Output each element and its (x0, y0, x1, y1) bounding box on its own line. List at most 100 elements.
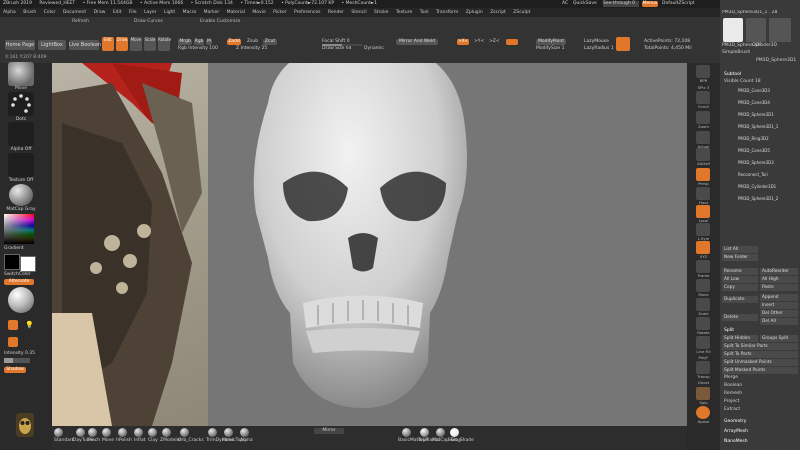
rename-button[interactable]: Rename (722, 268, 758, 275)
light-bulb-off-icon[interactable]: 💡 (25, 321, 34, 329)
light-bulb-2-icon[interactable] (8, 337, 18, 347)
menu-zplugin[interactable]: Zplugin (466, 10, 483, 15)
rgb-button[interactable]: Rgb (194, 39, 204, 45)
append-button[interactable]: Append (760, 294, 798, 301)
menu-transform[interactable]: Transform (436, 10, 458, 15)
stroke-thumbnail[interactable] (8, 92, 34, 116)
enable-customize-label[interactable]: Enable Customize (200, 19, 240, 25)
split-parts-button[interactable]: Split To Parts (722, 351, 798, 358)
scale-view-icon[interactable] (696, 298, 710, 311)
persp-icon[interactable] (696, 168, 710, 181)
xyz-icon[interactable] (696, 241, 710, 254)
subtool-row[interactable]: Reconnect_Tori (722, 170, 798, 182)
copy-button[interactable]: Copy (722, 284, 758, 291)
del-other-button[interactable]: Del Other (760, 310, 798, 317)
x-symmetry-button[interactable]: >X< (457, 39, 469, 45)
arraymesh-header[interactable]: ArrayMesh (724, 429, 748, 435)
menu-texture[interactable]: Texture (396, 10, 412, 15)
brush-move-topo-icon[interactable] (224, 428, 233, 437)
skull-model[interactable] (208, 63, 687, 426)
spix-label[interactable]: SPix 3 (689, 85, 718, 90)
brush-trimdynamic-icon[interactable] (208, 428, 217, 437)
brush-hpolish-icon[interactable] (118, 428, 127, 437)
delete-button[interactable]: Delete (722, 314, 758, 321)
solo-icon[interactable] (696, 387, 710, 400)
local-icon[interactable] (696, 205, 710, 218)
symmetry-options-button[interactable] (506, 39, 518, 45)
auto-reorder-button[interactable]: AutoReorder (760, 268, 798, 275)
zadd-button[interactable]: Zadd (227, 39, 241, 45)
menu-edit[interactable]: Edit (113, 10, 122, 15)
project-header[interactable]: Project (724, 399, 739, 405)
z-intensity-slider[interactable]: Z Intensity 25 (236, 46, 286, 52)
live-boolean-button[interactable]: Live Boolean (69, 40, 101, 50)
mirror-button[interactable]: Mirror (314, 428, 344, 434)
list-all-button[interactable]: List All (722, 246, 758, 253)
menu-file[interactable]: File (129, 10, 137, 15)
subtool-header[interactable]: Subtool (724, 72, 741, 78)
brush-alpha-icon[interactable] (240, 428, 249, 437)
remesh-header[interactable]: Remesh (724, 391, 742, 397)
y-symmetry-button[interactable]: >Y< (474, 39, 484, 45)
actual-icon[interactable] (696, 131, 710, 144)
alpha-thumbnail[interactable] (8, 122, 34, 146)
subtool-row[interactable]: PM3D_Cylinder3D1 (722, 182, 798, 194)
menu-tool[interactable]: Tool (420, 10, 429, 15)
all-low-button[interactable]: All Low (722, 276, 758, 283)
z-symmetry-button[interactable]: >Z< (489, 39, 500, 45)
subtool-row[interactable]: PM3D_Cone3D5 (722, 146, 798, 158)
material-toyplastic-icon[interactable] (420, 428, 429, 437)
zoom-icon[interactable] (696, 111, 710, 124)
duplicate-button[interactable]: Duplicate (722, 296, 758, 303)
split-similar-button[interactable]: Split To Similar Parts (722, 343, 798, 350)
subtool-row[interactable]: PM3D_Sphere3D1_2 (722, 194, 798, 206)
brush-claytubes-icon[interactable] (76, 428, 85, 437)
modify-point-button[interactable]: ModifyPoint (536, 39, 566, 45)
mirror-and-weld-button[interactable]: Mirror And Weld (396, 39, 438, 45)
brush-inflat-icon[interactable] (134, 428, 143, 437)
menu-marker[interactable]: Marker (204, 10, 220, 15)
menu-layer[interactable]: Layer (144, 10, 157, 15)
menu-light[interactable]: Light (164, 10, 175, 15)
menu-brush[interactable]: Brush (23, 10, 36, 15)
brush-orb-cracks-icon[interactable] (180, 428, 189, 437)
move-view-icon[interactable] (696, 279, 710, 292)
subtool-row[interactable]: PM3D_Sphere3D1_1 (722, 122, 798, 134)
lazymouse-toggle[interactable]: LazyMouse (584, 39, 609, 45)
rotate-button[interactable]: Rotate (158, 37, 171, 51)
menu-preferences[interactable]: Preferences (294, 10, 320, 15)
intensity-track[interactable] (4, 358, 30, 363)
paste-button[interactable]: Paste (760, 284, 798, 291)
subtool-row[interactable]: PM3D_Sphere3D1 (722, 110, 798, 122)
home-page-button[interactable]: Home Page (5, 40, 35, 50)
menu-zsculpt[interactable]: ZSculpt (513, 10, 530, 15)
scale-button[interactable]: Scale (144, 37, 156, 51)
material-basic-icon[interactable] (402, 428, 411, 437)
default-zscript[interactable]: DefaultZScript (662, 1, 695, 7)
ghost-label[interactable]: Ghost (689, 380, 718, 385)
secondary-color-swatch[interactable] (20, 256, 36, 272)
polyf-label[interactable]: PolyF (689, 355, 718, 360)
menus-button[interactable]: Menus (642, 1, 658, 7)
edit-button[interactable]: Edit (102, 37, 114, 51)
switch-color-label[interactable]: SwitchColor (4, 272, 31, 278)
xpose-icon[interactable] (696, 406, 710, 419)
groups-split-button[interactable]: Groups Split (760, 335, 798, 342)
new-folder-button[interactable]: New Folder (722, 254, 758, 261)
dynamic-toggle[interactable]: Dynamic (364, 46, 384, 52)
geometry-header[interactable]: Geometry (724, 419, 746, 425)
lsym-icon[interactable] (696, 223, 710, 236)
brush-move-icon[interactable] (102, 428, 111, 437)
m-button[interactable]: M (206, 39, 212, 45)
transp-icon[interactable] (696, 361, 710, 374)
simplebrush-tool-thumbnail[interactable] (769, 18, 791, 42)
frame-options-button[interactable] (616, 37, 630, 51)
subtool-row[interactable]: PM3D_Ring3D2 (722, 134, 798, 146)
merge-header[interactable]: Merge (724, 375, 738, 381)
skull-tool-thumbnail[interactable] (723, 18, 743, 42)
rgb-intensity-slider[interactable]: Rgb Intensity 100 (178, 46, 234, 52)
material-thumbnail[interactable] (9, 184, 33, 206)
cylinder-tool-thumbnail[interactable] (746, 18, 766, 42)
quicksave-button[interactable]: QuickSave (573, 1, 597, 7)
insert-button[interactable]: Insert (760, 302, 798, 309)
